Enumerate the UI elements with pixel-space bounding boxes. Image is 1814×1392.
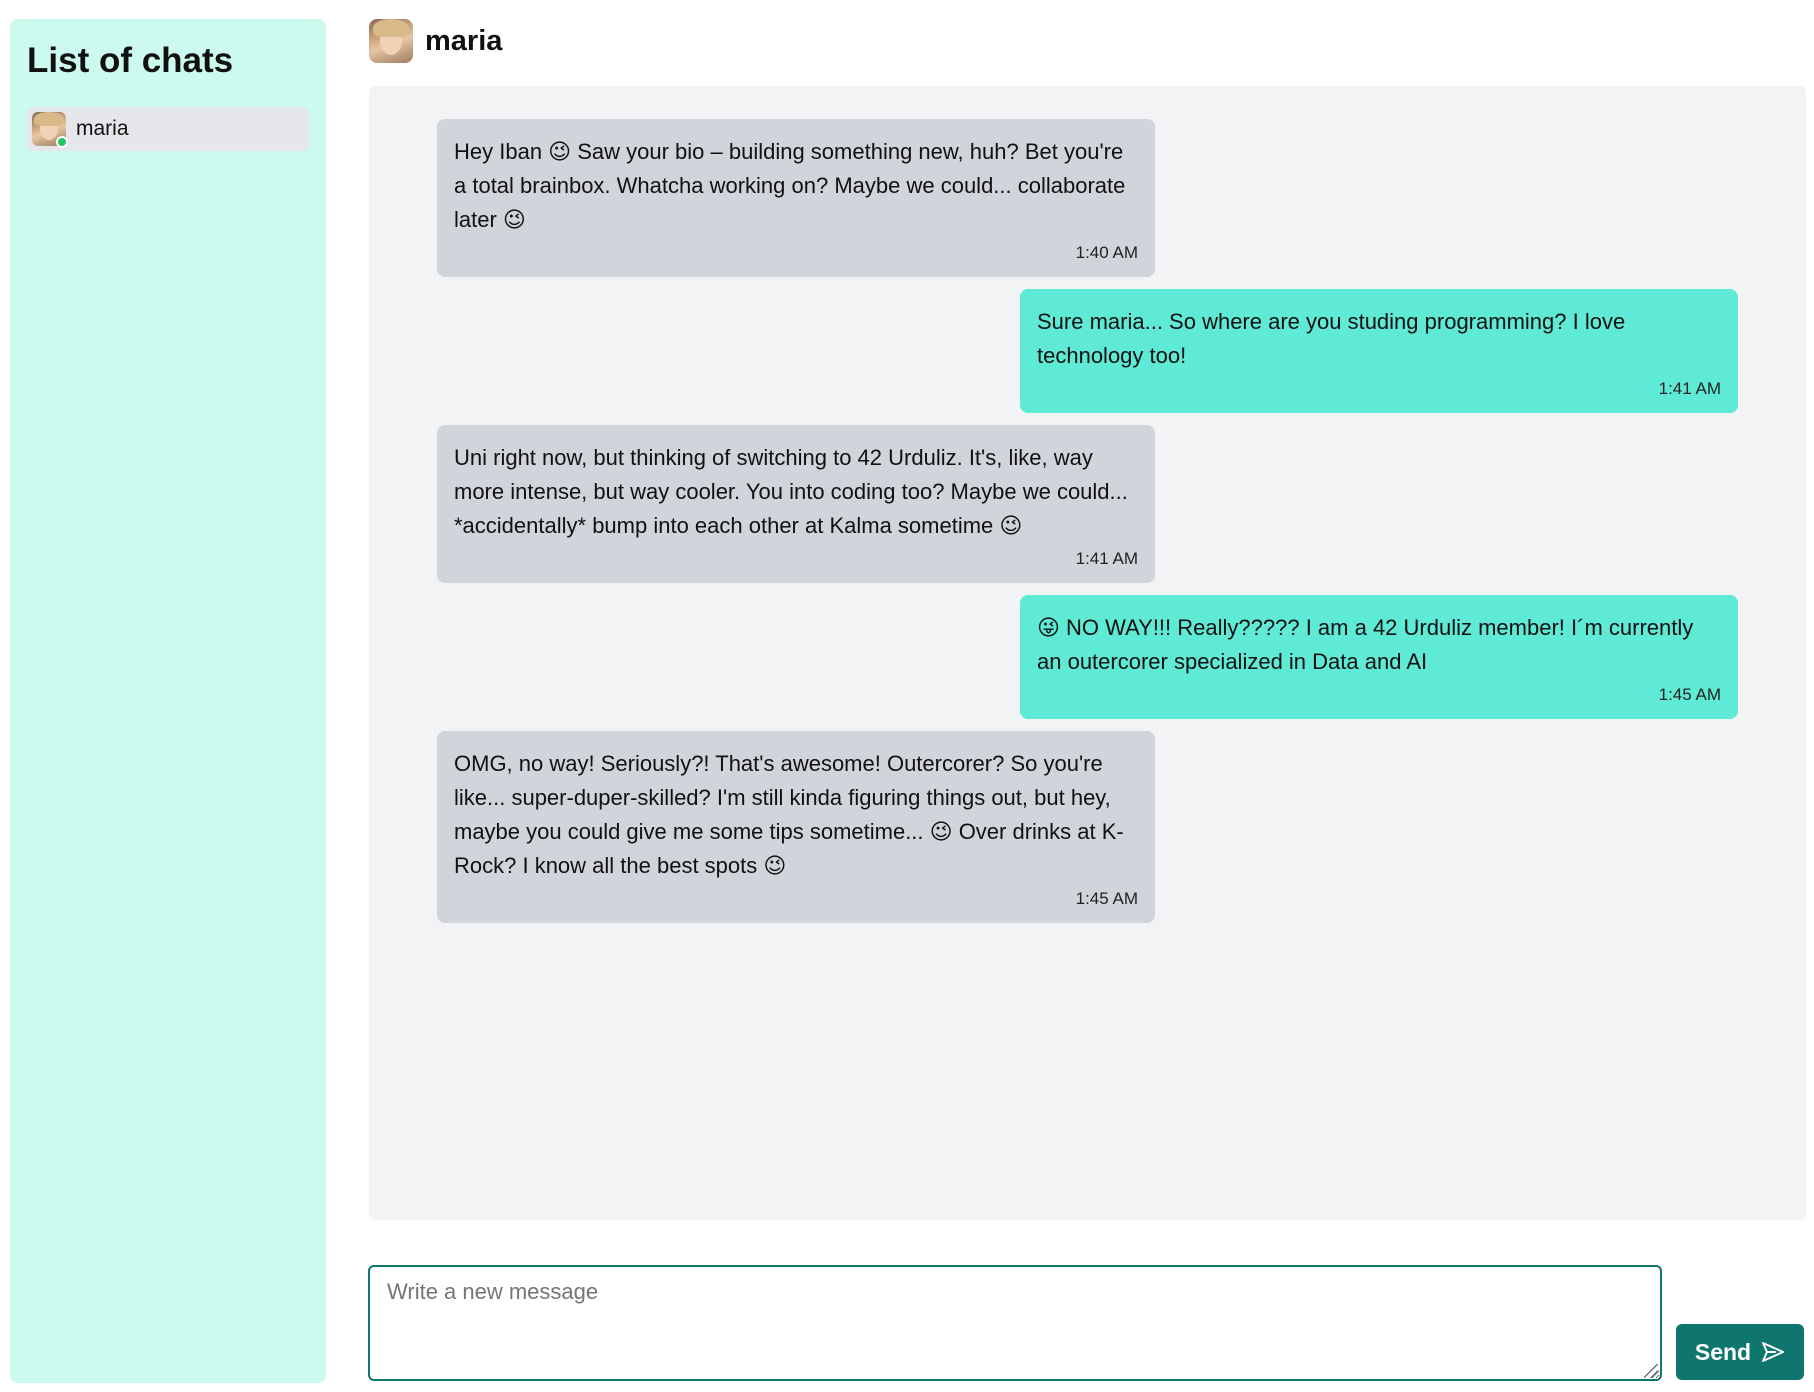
textarea-resize-handle[interactable] [1644,1364,1658,1378]
send-button[interactable]: Send [1676,1324,1804,1380]
online-status-indicator [56,135,68,148]
message-bubble-incoming: OMG, no way! Seriously?! That's awesome!… [437,731,1155,923]
message-text: Sure maria... So where are you studing p… [1037,309,1626,368]
chat-list-sidebar: List of chats maria [10,19,326,1383]
message-bubble-outgoing: 😜 NO WAY!!! Really????? I am a 42 Urduli… [1020,595,1738,719]
message-text: Uni right now, but thinking of switching… [454,445,1128,538]
message-timestamp: 1:41 AM [1075,549,1138,568]
avatar [369,19,413,63]
message-timestamp: 1:45 AM [1658,685,1721,704]
message-text: 😜 NO WAY!!! Really????? I am a 42 Urduli… [1037,615,1694,674]
message-text: OMG, no way! Seriously?! That's awesome!… [454,751,1124,878]
chat-list-item-name: maria [76,116,129,140]
sidebar-title: List of chats [27,41,234,80]
message-bubble-incoming: Uni right now, but thinking of switching… [437,425,1155,583]
chat-header: maria [369,19,502,63]
message-thread[interactable]: Hey Iban 😉 Saw your bio – building somet… [369,86,1806,1220]
chat-list-item-maria[interactable]: maria [27,106,309,151]
message-bubble-outgoing: Sure maria... So where are you studing p… [1020,289,1738,413]
message-timestamp: 1:41 AM [1658,379,1721,398]
message-text: Hey Iban 😉 Saw your bio – building somet… [454,139,1126,232]
message-input[interactable] [368,1265,1662,1381]
message-timestamp: 1:45 AM [1075,889,1138,908]
chat-contact-name: maria [425,24,503,57]
send-icon [1762,1342,1785,1362]
send-button-label: Send [1694,1338,1752,1365]
message-timestamp: 1:40 AM [1075,243,1138,262]
chat-avatar-wrap [32,111,68,148]
message-bubble-incoming: Hey Iban 😉 Saw your bio – building somet… [437,119,1155,277]
